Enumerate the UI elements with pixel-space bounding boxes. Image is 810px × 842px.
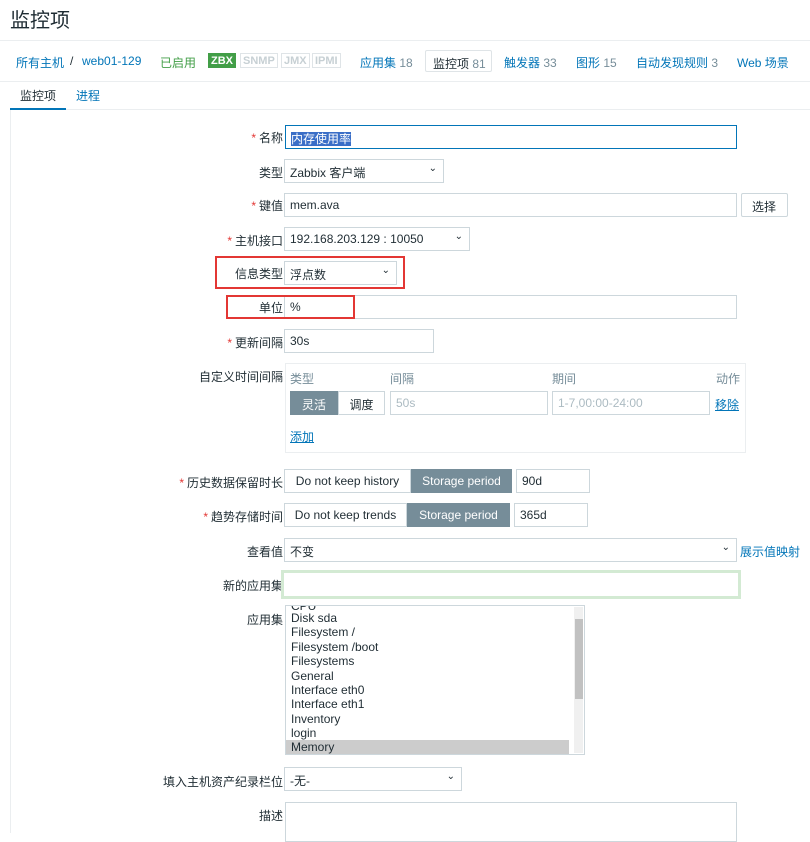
trends-storage-period-toggle[interactable]: Storage period	[407, 503, 510, 527]
list-item[interactable]: Filesystem /	[291, 625, 355, 639]
breadcrumb-all-hosts[interactable]: 所有主机	[16, 54, 64, 71]
ipmi-availability-badge: IPMI	[312, 53, 341, 68]
custom-remove-link[interactable]: 移除	[715, 396, 739, 413]
valuemap-label: 查看值	[246, 545, 283, 559]
custom-col-period: 期间	[552, 372, 577, 386]
snmp-availability-badge: SNMP	[240, 53, 278, 68]
tab-process[interactable]: 进程	[76, 87, 100, 104]
scrollbar-thumb[interactable]	[575, 619, 583, 699]
nav-graphs[interactable]: 图形 15	[576, 54, 617, 71]
units-highlight-box	[226, 295, 355, 319]
info-type-highlight-box	[215, 256, 405, 289]
form-tabs: 监控项 进程	[10, 82, 810, 110]
tab-item[interactable]: 监控项	[20, 87, 56, 104]
custom-interval-input[interactable]: 50s	[390, 391, 548, 415]
new-application-input[interactable]	[281, 570, 741, 599]
flexible-toggle[interactable]: 灵活	[290, 391, 338, 415]
nav-triggers[interactable]: 触发器 33	[504, 54, 557, 71]
interface-label: * 主机接口	[227, 234, 283, 248]
jmx-availability-badge: JMX	[281, 53, 310, 68]
trends-do-not-keep-toggle[interactable]: Do not keep trends	[284, 503, 407, 527]
item-form: * 名称 内存使用率 类型 Zabbix 客户端 ⌄ * 键值 mem.ava 选择 …	[10, 110, 810, 842]
key-input[interactable]: mem.ava	[284, 193, 737, 217]
list-item[interactable]: Inventory	[291, 712, 340, 726]
new-application-label: 新的应用集	[222, 579, 283, 593]
chevron-down-icon: ⌄	[454, 231, 463, 242]
zbx-availability-badge: ZBX	[208, 53, 236, 68]
nav-items-active[interactable]: 监控项 81	[425, 50, 492, 72]
history-storage-period-toggle[interactable]: Storage period	[411, 469, 512, 493]
chevron-down-icon: ⌄	[721, 542, 730, 553]
applications-listbox[interactable]: CPU Disk sda Filesystem / Filesystem /bo…	[285, 605, 585, 755]
show-value-mappings-link[interactable]: 展示值映射	[740, 543, 800, 560]
key-select-button[interactable]: 选择	[741, 193, 788, 217]
list-item[interactable]: General	[291, 669, 334, 683]
scheduling-toggle[interactable]: 调度	[338, 391, 385, 415]
page-title: 监控项	[10, 10, 70, 32]
inventory-label: 填入主机资产纪录栏位	[162, 775, 283, 789]
key-label: * 键值	[251, 199, 283, 213]
name-label: * 名称	[251, 131, 283, 145]
interface-select[interactable]: 192.168.203.129 : 10050 ⌄	[284, 227, 470, 251]
list-item-selected[interactable]: Memory	[286, 740, 569, 754]
list-item[interactable]: Interface eth0	[291, 683, 364, 697]
nav-discovery-rules[interactable]: 自动发现规则 3	[636, 54, 718, 71]
custom-intervals-label: 自定义时间间隔	[198, 370, 283, 384]
chevron-down-icon: ⌄	[428, 163, 437, 174]
list-item[interactable]: Filesystem /boot	[291, 640, 378, 654]
trends-label: * 趋势存储时间	[203, 510, 283, 524]
description-label: 描述	[258, 809, 283, 823]
custom-col-type: 类型	[290, 372, 315, 386]
applications-label: 应用集	[246, 613, 283, 627]
listbox-scrollbar[interactable]	[574, 607, 583, 753]
history-value-input[interactable]: 90d	[516, 469, 590, 493]
custom-col-interval: 间隔	[390, 372, 415, 386]
history-do-not-keep-toggle[interactable]: Do not keep history	[284, 469, 411, 493]
inventory-select[interactable]: -无- ⌄	[284, 767, 462, 791]
custom-add-link[interactable]: 添加	[290, 428, 314, 445]
list-item[interactable]: login	[291, 726, 316, 740]
breadcrumb-host[interactable]: web01-129	[82, 54, 141, 68]
custom-col-action: 动作	[716, 372, 741, 386]
host-navbar: 所有主机 / web01-129 已启用 ZBX SNMP JMX IPMI 应…	[0, 40, 810, 82]
nav-applications[interactable]: 应用集 18	[360, 54, 413, 71]
host-status-enabled[interactable]: 已启用	[160, 54, 196, 71]
valuemap-select[interactable]: 不变 ⌄	[284, 538, 737, 562]
list-item[interactable]: Interface eth1	[291, 697, 364, 711]
description-textarea[interactable]	[285, 802, 737, 842]
list-item[interactable]: Disk sda	[291, 611, 337, 625]
breadcrumb-separator: /	[70, 54, 74, 68]
list-item[interactable]: Filesystems	[291, 654, 354, 668]
interval-input[interactable]: 30s	[284, 329, 434, 353]
chevron-down-icon: ⌄	[446, 771, 455, 782]
interval-label: * 更新间隔	[227, 336, 283, 350]
custom-intervals-table: 类型 间隔 期间 动作 灵活 调度 50s 1-7,00:00-24:00 移除…	[285, 363, 746, 453]
trends-value-input[interactable]: 365d	[514, 503, 588, 527]
history-label: * 历史数据保留时长	[179, 476, 283, 490]
type-select[interactable]: Zabbix 客户端 ⌄	[284, 159, 444, 183]
custom-period-input[interactable]: 1-7,00:00-24:00	[552, 391, 710, 415]
nav-web-scenarios[interactable]: Web 场景	[737, 54, 789, 71]
name-input[interactable]: 内存使用率	[285, 125, 737, 149]
type-label: 类型	[258, 166, 283, 180]
